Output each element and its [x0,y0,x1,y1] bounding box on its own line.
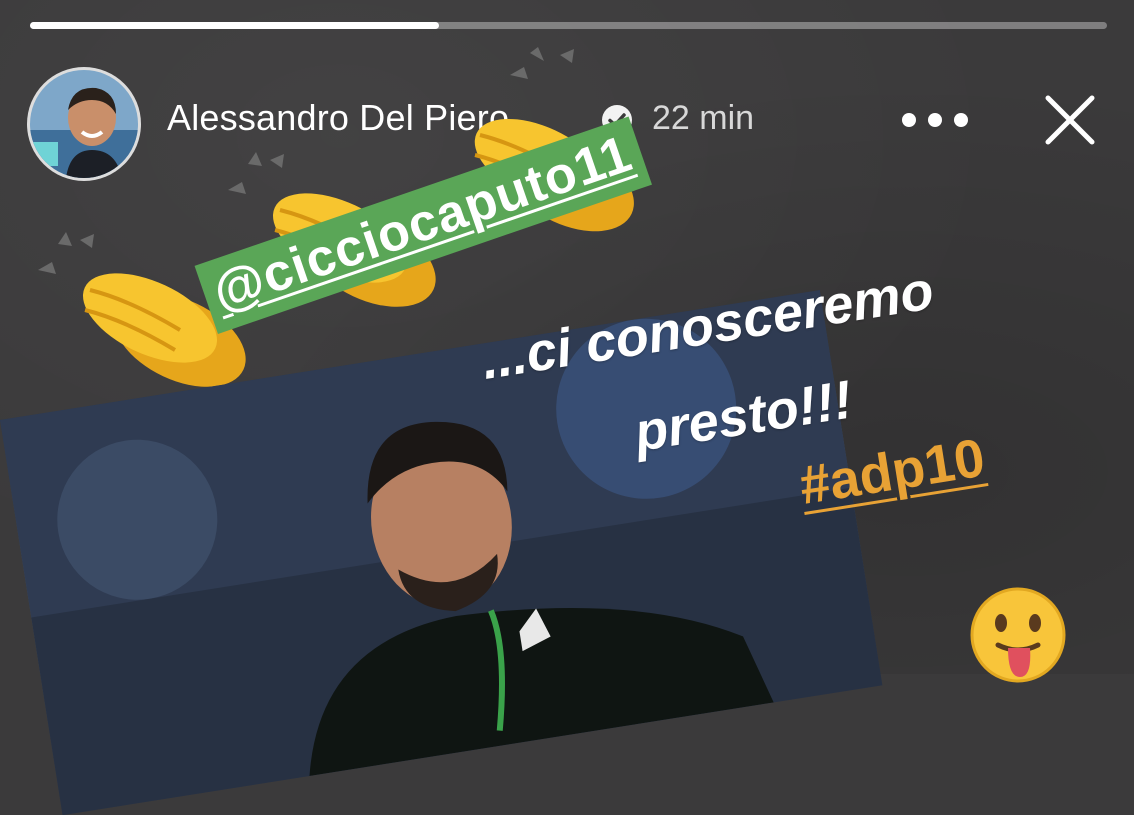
close-icon[interactable] [1040,90,1100,150]
face-with-tongue-icon [970,587,1066,683]
story-progress-bar [30,22,1107,29]
more-options-icon[interactable] [897,110,973,130]
avatar[interactable] [30,70,138,178]
story-timestamp: 22 min [652,99,755,137]
story-progress-fill [30,22,440,29]
